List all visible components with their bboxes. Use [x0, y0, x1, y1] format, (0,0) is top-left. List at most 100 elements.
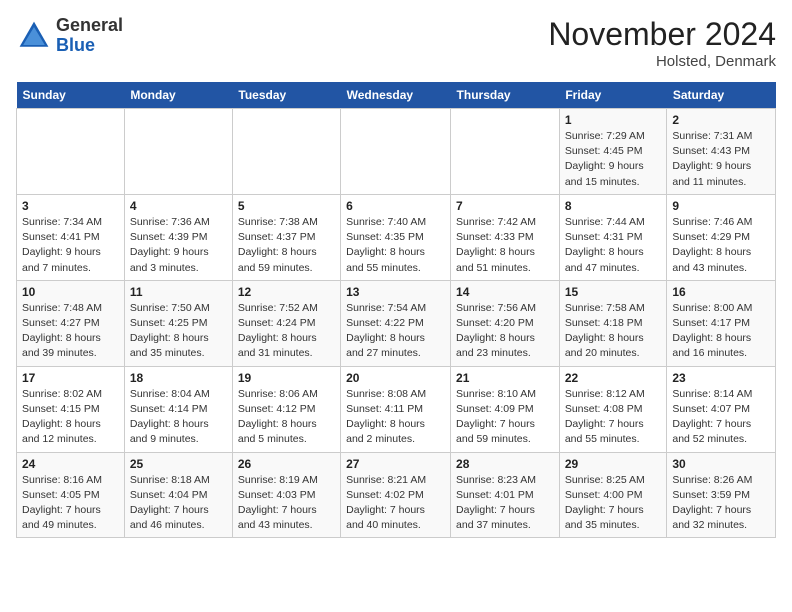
day-info: Sunrise: 8:00 AM Sunset: 4:17 PM Dayligh… [672, 301, 770, 362]
day-number: 22 [565, 371, 662, 385]
day-info: Sunrise: 8:16 AM Sunset: 4:05 PM Dayligh… [22, 473, 119, 534]
day-info: Sunrise: 7:50 AM Sunset: 4:25 PM Dayligh… [130, 301, 227, 362]
location: Holsted, Denmark [548, 53, 776, 70]
day-number: 8 [565, 199, 662, 213]
logo: General Blue [16, 16, 123, 56]
day-info: Sunrise: 7:48 AM Sunset: 4:27 PM Dayligh… [22, 301, 119, 362]
calendar-cell: 30 Sunrise: 8:26 AM Sunset: 3:59 PM Dayli… [667, 452, 776, 538]
day-number: 23 [672, 371, 770, 385]
logo-blue: Blue [56, 35, 95, 55]
day-info: Sunrise: 8:23 AM Sunset: 4:01 PM Dayligh… [456, 473, 554, 534]
day-info: Sunrise: 8:08 AM Sunset: 4:11 PM Dayligh… [346, 387, 445, 448]
calendar-cell: 9Sunrise: 7:46 AM Sunset: 4:29 PM Daylig… [667, 194, 776, 280]
day-info: Sunrise: 8:06 AM Sunset: 4:12 PM Dayligh… [238, 387, 335, 448]
day-number: 13 [346, 285, 445, 299]
day-info: Sunrise: 7:46 AM Sunset: 4:29 PM Dayligh… [672, 215, 770, 276]
calendar-cell [17, 109, 125, 195]
calendar-cell: 10 Sunrise: 7:48 AM Sunset: 4:27 PM Dayli… [17, 280, 125, 366]
day-number: 6 [346, 199, 445, 213]
week-row-4: 17Sunrise: 8:02 AM Sunset: 4:15 PM Dayli… [17, 366, 776, 452]
calendar-cell: 29 Sunrise: 8:25 AM Sunset: 4:00 PM Dayli… [559, 452, 667, 538]
calendar-cell: 23 Sunrise: 8:14 AM Sunset: 4:07 PM Dayli… [667, 366, 776, 452]
calendar-cell: 1Sunrise: 7:29 AM Sunset: 4:45 PM Daylig… [559, 109, 667, 195]
day-info: Sunrise: 8:12 AM Sunset: 4:08 PM Dayligh… [565, 387, 662, 448]
calendar-cell: 6 Sunrise: 7:40 AM Sunset: 4:35 PM Daylig… [341, 194, 451, 280]
calendar-cell: 27Sunrise: 8:21 AM Sunset: 4:02 PM Dayli… [341, 452, 451, 538]
calendar-cell: 8 Sunrise: 7:44 AM Sunset: 4:31 PM Daylig… [559, 194, 667, 280]
day-info: Sunrise: 7:40 AM Sunset: 4:35 PM Dayligh… [346, 215, 445, 276]
calendar-cell: 4Sunrise: 7:36 AM Sunset: 4:39 PM Daylig… [124, 194, 232, 280]
week-row-2: 3 Sunrise: 7:34 AM Sunset: 4:41 PM Daylig… [17, 194, 776, 280]
calendar-cell: 15 Sunrise: 7:58 AM Sunset: 4:18 PM Dayli… [559, 280, 667, 366]
day-number: 2 [672, 113, 770, 127]
calendar-cell: 11 Sunrise: 7:50 AM Sunset: 4:25 PM Dayli… [124, 280, 232, 366]
calendar-cell: 7 Sunrise: 7:42 AM Sunset: 4:33 PM Daylig… [451, 194, 560, 280]
weekday-header-saturday: Saturday [667, 82, 776, 109]
calendar-cell [124, 109, 232, 195]
weekday-header-thursday: Thursday [451, 82, 560, 109]
weekday-header-friday: Friday [559, 82, 667, 109]
calendar-cell: 17Sunrise: 8:02 AM Sunset: 4:15 PM Dayli… [17, 366, 125, 452]
day-info: Sunrise: 7:58 AM Sunset: 4:18 PM Dayligh… [565, 301, 662, 362]
day-number: 10 [22, 285, 119, 299]
calendar-cell: 16 Sunrise: 8:00 AM Sunset: 4:17 PM Dayli… [667, 280, 776, 366]
calendar-cell: 26 Sunrise: 8:19 AM Sunset: 4:03 PM Dayli… [232, 452, 340, 538]
week-row-5: 24 Sunrise: 8:16 AM Sunset: 4:05 PM Dayli… [17, 452, 776, 538]
day-number: 16 [672, 285, 770, 299]
day-number: 12 [238, 285, 335, 299]
day-number: 7 [456, 199, 554, 213]
day-info: Sunrise: 8:04 AM Sunset: 4:14 PM Dayligh… [130, 387, 227, 448]
day-info: Sunrise: 7:38 AM Sunset: 4:37 PM Dayligh… [238, 215, 335, 276]
header: General Blue November 2024 Holsted, Denm… [16, 16, 776, 70]
logo-general: General [56, 15, 123, 35]
weekday-header-tuesday: Tuesday [232, 82, 340, 109]
day-number: 30 [672, 457, 770, 471]
title-area: November 2024 Holsted, Denmark [548, 16, 776, 70]
calendar-cell: 25Sunrise: 8:18 AM Sunset: 4:04 PM Dayli… [124, 452, 232, 538]
day-info: Sunrise: 8:21 AM Sunset: 4:02 PM Dayligh… [346, 473, 445, 534]
day-info: Sunrise: 7:44 AM Sunset: 4:31 PM Dayligh… [565, 215, 662, 276]
calendar-cell: 24 Sunrise: 8:16 AM Sunset: 4:05 PM Dayli… [17, 452, 125, 538]
day-info: Sunrise: 7:34 AM Sunset: 4:41 PM Dayligh… [22, 215, 119, 276]
calendar-cell [232, 109, 340, 195]
day-number: 29 [565, 457, 662, 471]
calendar-cell [451, 109, 560, 195]
weekday-header-wednesday: Wednesday [341, 82, 451, 109]
calendar-cell: 13 Sunrise: 7:54 AM Sunset: 4:22 PM Dayli… [341, 280, 451, 366]
day-info: Sunrise: 8:25 AM Sunset: 4:00 PM Dayligh… [565, 473, 662, 534]
day-info: Sunrise: 8:19 AM Sunset: 4:03 PM Dayligh… [238, 473, 335, 534]
day-number: 1 [565, 113, 662, 127]
calendar-cell: 19 Sunrise: 8:06 AM Sunset: 4:12 PM Dayli… [232, 366, 340, 452]
day-number: 15 [565, 285, 662, 299]
day-number: 5 [238, 199, 335, 213]
day-info: Sunrise: 8:26 AM Sunset: 3:59 PM Dayligh… [672, 473, 770, 534]
calendar-table: SundayMondayTuesdayWednesdayThursdayFrid… [16, 82, 776, 538]
day-info: Sunrise: 7:54 AM Sunset: 4:22 PM Dayligh… [346, 301, 445, 362]
day-info: Sunrise: 8:14 AM Sunset: 4:07 PM Dayligh… [672, 387, 770, 448]
day-number: 11 [130, 285, 227, 299]
calendar-cell [341, 109, 451, 195]
day-info: Sunrise: 7:42 AM Sunset: 4:33 PM Dayligh… [456, 215, 554, 276]
day-number: 3 [22, 199, 119, 213]
day-info: Sunrise: 8:02 AM Sunset: 4:15 PM Dayligh… [22, 387, 119, 448]
day-number: 21 [456, 371, 554, 385]
logo-icon [16, 18, 52, 54]
calendar-cell: 21Sunrise: 8:10 AM Sunset: 4:09 PM Dayli… [451, 366, 560, 452]
weekday-header-monday: Monday [124, 82, 232, 109]
day-number: 28 [456, 457, 554, 471]
day-number: 24 [22, 457, 119, 471]
day-number: 20 [346, 371, 445, 385]
calendar-cell: 14Sunrise: 7:56 AM Sunset: 4:20 PM Dayli… [451, 280, 560, 366]
day-number: 19 [238, 371, 335, 385]
week-row-1: 1Sunrise: 7:29 AM Sunset: 4:45 PM Daylig… [17, 109, 776, 195]
calendar-cell: 20 Sunrise: 8:08 AM Sunset: 4:11 PM Dayli… [341, 366, 451, 452]
day-info: Sunrise: 7:52 AM Sunset: 4:24 PM Dayligh… [238, 301, 335, 362]
day-number: 14 [456, 285, 554, 299]
weekday-header-sunday: Sunday [17, 82, 125, 109]
day-info: Sunrise: 8:18 AM Sunset: 4:04 PM Dayligh… [130, 473, 227, 534]
calendar-cell: 28 Sunrise: 8:23 AM Sunset: 4:01 PM Dayli… [451, 452, 560, 538]
day-number: 26 [238, 457, 335, 471]
calendar-cell: 18Sunrise: 8:04 AM Sunset: 4:14 PM Dayli… [124, 366, 232, 452]
calendar-cell: 5 Sunrise: 7:38 AM Sunset: 4:37 PM Daylig… [232, 194, 340, 280]
day-number: 4 [130, 199, 227, 213]
